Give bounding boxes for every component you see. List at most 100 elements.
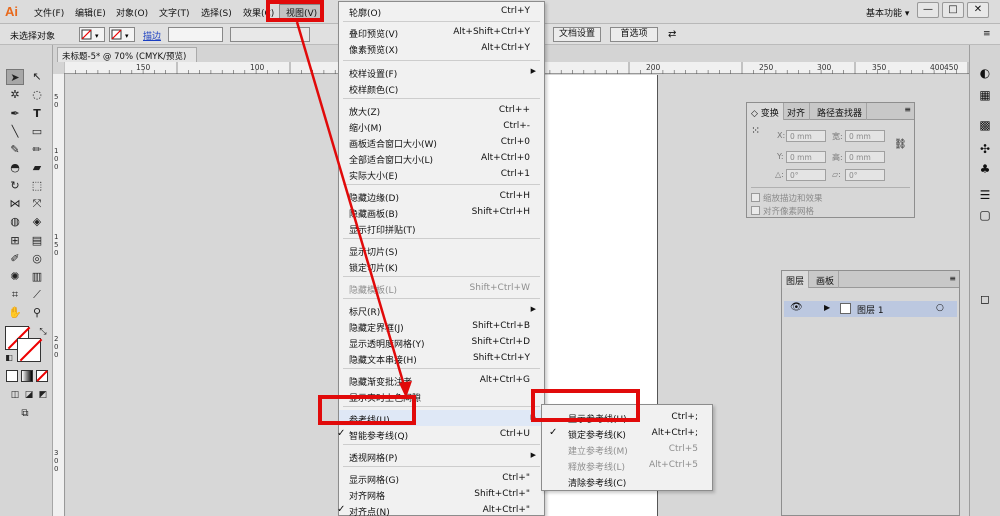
view-menu-item[interactable]: 锁定切片(K) xyxy=(339,258,544,274)
view-menu-item[interactable]: 隐藏定界框(J) Shift+Ctrl+B xyxy=(339,318,544,334)
paintbrush-icon[interactable]: ✎ xyxy=(6,142,24,158)
free-transform-icon[interactable]: ⤧ xyxy=(28,196,46,212)
preferences-button[interactable]: 首选项 xyxy=(610,27,658,42)
gradient-mode-icon[interactable] xyxy=(21,370,33,382)
guides-submenu-item[interactable]: 清除参考线(C) xyxy=(542,473,712,489)
width-field[interactable]: 0 mm xyxy=(845,130,885,142)
scale-tool-icon[interactable]: ⬚ xyxy=(28,178,46,194)
slice-tool-icon[interactable]: ⟋ xyxy=(28,287,46,303)
stroke-swatch[interactable] xyxy=(17,338,43,362)
expand-arrow-icon[interactable]: ▶ xyxy=(824,303,830,312)
line-tool-icon[interactable]: ╲ xyxy=(6,124,24,140)
scale-strokes-checkbox[interactable] xyxy=(751,193,760,202)
magic-wand-icon[interactable]: ✲ xyxy=(6,87,24,103)
align-pixel-checkbox[interactable] xyxy=(751,206,760,215)
brushes-panel-icon[interactable]: ✣ xyxy=(977,141,993,157)
fill-color-picker[interactable]: ▾ xyxy=(79,27,105,42)
reference-point-icon[interactable]: ⁙ xyxy=(751,125,760,136)
selection-tool-icon[interactable]: ➤ xyxy=(6,69,24,85)
draw-inside-icon[interactable]: ◩ xyxy=(34,387,52,403)
menu-select[interactable]: 选择(S) xyxy=(201,6,232,19)
view-menu-item[interactable]: 隐藏边缘(D) Ctrl+H xyxy=(339,188,544,204)
symbol-sprayer-icon[interactable]: ✺ xyxy=(6,269,24,285)
none-mode-icon[interactable] xyxy=(36,370,48,382)
view-menu-item[interactable]: 显示打印拼贴(T) xyxy=(339,220,544,236)
view-menu-item[interactable]: 隐藏画板(B) Shift+Ctrl+H xyxy=(339,204,544,220)
y-field[interactable]: 0 mm xyxy=(786,151,826,163)
view-menu-item[interactable]: 显示透明度网格(Y) Shift+Ctrl+D xyxy=(339,334,544,350)
swap-colors-icon[interactable]: ⤡ xyxy=(34,324,52,340)
menu-type[interactable]: 文字(T) xyxy=(159,6,190,19)
color-mode-icon[interactable] xyxy=(6,370,18,382)
document-setup-button[interactable]: 文档设置 xyxy=(553,27,601,42)
view-menu-item[interactable]: 叠印预览(V) Alt+Shift+Ctrl+Y xyxy=(339,24,544,40)
maximize-button[interactable]: □ xyxy=(942,2,964,18)
stroke-color-picker[interactable]: ▾ xyxy=(109,27,135,42)
view-menu-item[interactable]: 隐藏渐变批注者 Alt+Ctrl+G xyxy=(339,372,544,388)
layer-name[interactable]: 图层 1 xyxy=(857,303,884,316)
rotate-tool-icon[interactable]: ↻ xyxy=(6,178,24,194)
pencil-icon[interactable]: ✏ xyxy=(28,142,46,158)
rectangle-tool-icon[interactable]: ▭ xyxy=(28,124,46,140)
view-menu-item[interactable]: 显示网格(G) Ctrl+" xyxy=(339,470,544,486)
minimize-button[interactable]: — xyxy=(917,2,939,18)
mesh-tool-icon[interactable]: ⊞ xyxy=(6,233,24,249)
document-tab[interactable]: 未标题-5* @ 70% (CMYK/预览) ✕ xyxy=(57,47,197,72)
panel-menu-icon[interactable]: ≡ xyxy=(904,105,911,114)
live-paint-icon[interactable]: ◈ xyxy=(28,214,46,230)
menu-object[interactable]: 对象(O) xyxy=(116,6,148,19)
swatches-panel-icon[interactable]: ▩ xyxy=(977,117,993,133)
visibility-eye-icon[interactable]: 👁 xyxy=(790,302,803,313)
screen-mode-icon[interactable]: ⧉ xyxy=(16,406,34,422)
tab-artboards[interactable]: 画板 xyxy=(812,271,840,288)
guides-submenu-item[interactable]: ✓ 锁定参考线(K) Alt+Ctrl+; xyxy=(542,425,712,441)
panel-menu-icon[interactable]: ≡ xyxy=(983,29,991,39)
gradient-tool-icon[interactable]: ▤ xyxy=(28,233,46,249)
view-menu-item[interactable]: 实际大小(E) Ctrl+1 xyxy=(339,166,544,182)
appearance-panel-icon[interactable]: ◻ xyxy=(977,291,993,307)
menu-edit[interactable]: 编辑(E) xyxy=(75,6,106,19)
close-button[interactable]: ✕ xyxy=(967,2,989,18)
blend-tool-icon[interactable]: ◎ xyxy=(28,251,46,267)
height-field[interactable]: 0 mm xyxy=(845,151,885,163)
view-menu-item[interactable]: 校样颜色(C) xyxy=(339,80,544,96)
artboard-tool-icon[interactable]: ⌗ xyxy=(6,287,24,303)
lasso-icon[interactable]: ◌ xyxy=(28,87,46,103)
layer-row[interactable]: 👁 ▶ 图层 1 ○ xyxy=(784,301,957,317)
eraser-icon[interactable]: ▰ xyxy=(28,160,46,176)
view-menu-item[interactable]: 标尺(R) ▶ xyxy=(339,302,544,318)
stroke-panel-icon[interactable]: ☰ xyxy=(977,187,993,203)
column-graph-icon[interactable]: ▥ xyxy=(28,269,46,285)
view-menu-item[interactable]: ✓ 智能参考线(Q) Ctrl+U xyxy=(337,426,544,442)
variable-width-dropdown[interactable] xyxy=(230,27,310,42)
view-menu-item[interactable]: 画板适合窗口大小(W) Ctrl+0 xyxy=(339,134,544,150)
x-field[interactable]: 0 mm xyxy=(786,130,826,142)
arrange-icon[interactable]: ⇄ xyxy=(668,29,676,40)
symbols-panel-icon[interactable]: ♣ xyxy=(977,161,993,177)
zoom-tool-icon[interactable]: ⚲ xyxy=(28,305,46,321)
direct-selection-tool-icon[interactable]: ↖ xyxy=(28,69,46,85)
shape-builder-icon[interactable]: ◍ xyxy=(6,214,24,230)
view-menu-item[interactable]: 像素预览(X) Alt+Ctrl+Y xyxy=(339,40,544,56)
gradient-panel-icon[interactable]: ▢ xyxy=(977,207,993,223)
tab-pathfinder[interactable]: 路径查找器 xyxy=(813,103,868,120)
link-proportions-icon[interactable]: ⛓ xyxy=(894,139,907,150)
rotate-field[interactable]: 0° xyxy=(786,169,826,181)
layer-target-icon[interactable]: ○ xyxy=(936,303,944,313)
type-tool-icon[interactable]: T xyxy=(28,106,46,122)
tab-layers[interactable]: 图层 xyxy=(782,271,810,288)
view-menu-item[interactable]: 对齐网格 Shift+Ctrl+" xyxy=(339,486,544,502)
panel-menu-icon[interactable]: ≡ xyxy=(949,274,956,283)
width-tool-icon[interactable]: ⋈ xyxy=(6,196,24,212)
color-guide-icon[interactable]: ▦ xyxy=(977,87,993,103)
view-menu-item[interactable]: ✓ 对齐点(N) Alt+Ctrl+" xyxy=(337,502,544,516)
eyedropper-icon[interactable]: ✐ xyxy=(6,251,24,267)
blob-brush-icon[interactable]: ◓ xyxy=(6,160,24,176)
view-menu-item[interactable]: 隐藏文本串接(H) Shift+Ctrl+Y xyxy=(339,350,544,366)
stroke-label[interactable]: 描边 xyxy=(143,29,161,42)
default-colors-icon[interactable]: ◧ xyxy=(0,350,18,366)
view-menu-item[interactable]: 轮廓(O) Ctrl+Y xyxy=(339,3,544,19)
color-panel-icon[interactable]: ◐ xyxy=(977,65,993,81)
view-menu-item[interactable]: 全部适合窗口大小(L) Alt+Ctrl+0 xyxy=(339,150,544,166)
shear-field[interactable]: 0° xyxy=(845,169,885,181)
